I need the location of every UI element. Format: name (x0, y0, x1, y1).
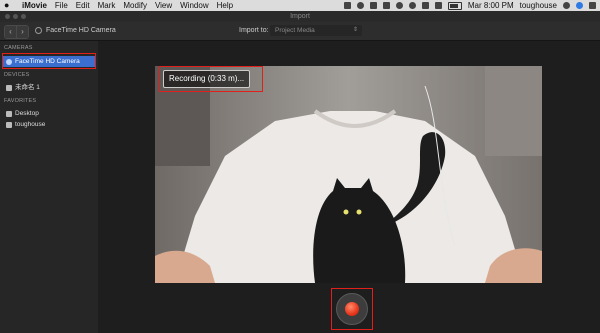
apple-menu-icon[interactable]: ● (4, 0, 9, 11)
home-icon (6, 121, 12, 128)
menu-items: iMovie File Edit Mark Modify View Window… (22, 0, 233, 11)
status-icon[interactable] (356, 2, 364, 9)
wifi-icon[interactable] (421, 2, 429, 9)
back-button[interactable]: ‹ (5, 26, 16, 38)
sidebar-item-label: toughouse (15, 121, 46, 128)
camera-icon (35, 27, 42, 34)
status-icon[interactable] (382, 2, 390, 9)
camera-preview: Recording (0:33 m)... (155, 66, 542, 283)
menu-window[interactable]: Window (180, 0, 208, 11)
sidebar-section-favorites: FAVORITES (4, 98, 37, 104)
import-toolbar: ‹ › FaceTime HD Camera Import to: Projec… (0, 22, 600, 41)
sidebar-item-label: Desktop (15, 110, 39, 117)
menu-clock[interactable]: Mar 8:00 PM (468, 0, 514, 11)
sidebar-item-device[interactable]: 未命名 1 (3, 82, 95, 93)
import-destination-value: Project Media (275, 27, 315, 34)
highlight-recording-status (159, 66, 263, 92)
menu-app-name[interactable]: iMovie (22, 0, 47, 11)
import-to-label: Import to: (239, 27, 269, 34)
battery-icon[interactable] (447, 1, 462, 10)
sidebar-section-cameras: CAMERAS (4, 45, 33, 51)
menu-edit[interactable]: Edit (76, 0, 90, 11)
camera-feed-image (155, 66, 542, 283)
menu-bar: ● iMovie File Edit Mark Modify View Wind… (0, 0, 600, 11)
chevron-updown-icon: ⇕ (352, 27, 358, 33)
search-icon[interactable] (563, 2, 570, 9)
import-destination-select[interactable]: Project Media ⇕ (270, 25, 362, 36)
menu-modify[interactable]: Modify (123, 0, 147, 11)
notification-center-icon[interactable] (589, 2, 596, 9)
volume-icon[interactable] (434, 2, 442, 9)
siri-icon[interactable] (576, 2, 583, 9)
sidebar-item-home[interactable]: toughouse (3, 119, 95, 130)
menu-extras: Mar 8:00 PM toughouse (343, 0, 596, 11)
highlight-record-button (331, 288, 373, 330)
sidebar: CAMERAS FaceTime HD Camera DEVICES 未命名 1… (0, 41, 98, 333)
highlight-camera-item (2, 53, 96, 69)
bluetooth-icon[interactable] (395, 2, 403, 9)
window-title: Import (290, 13, 310, 20)
menu-view[interactable]: View (155, 0, 172, 11)
status-icon[interactable] (369, 2, 377, 9)
menu-file[interactable]: File (55, 0, 68, 11)
window-title-bar: Import (0, 11, 600, 22)
timer-icon[interactable] (408, 2, 416, 9)
sidebar-item-desktop[interactable]: Desktop (3, 108, 95, 119)
status-icon[interactable] (343, 2, 351, 9)
menu-mark[interactable]: Mark (98, 0, 116, 11)
sidebar-section-devices: DEVICES (4, 72, 30, 78)
camera-title: FaceTime HD Camera (46, 27, 116, 34)
menu-help[interactable]: Help (217, 0, 233, 11)
forward-button[interactable]: › (16, 26, 28, 38)
drive-icon (6, 84, 12, 91)
folder-icon (6, 110, 12, 117)
sidebar-item-label: 未命名 1 (15, 84, 40, 91)
nav-buttons: ‹ › (4, 25, 29, 39)
menu-user[interactable]: toughouse (520, 0, 557, 11)
